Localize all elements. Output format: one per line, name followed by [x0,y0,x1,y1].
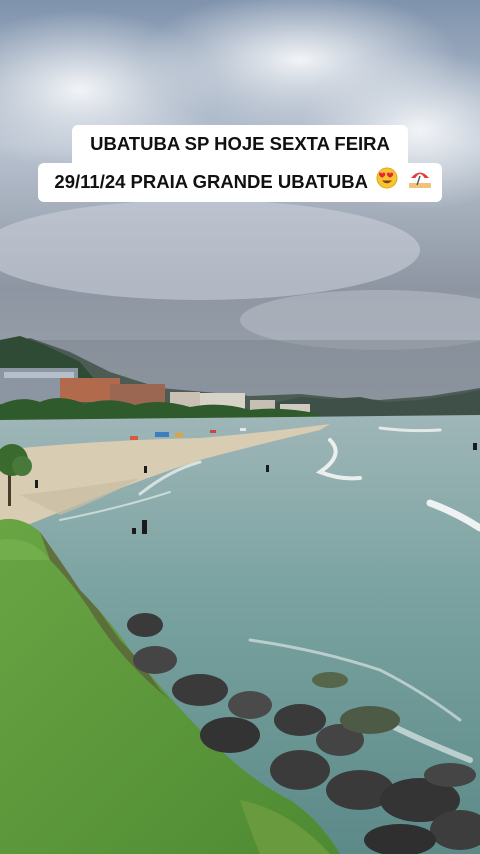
heart-eyes-face-icon [376,164,398,202]
caption-line-1: UBATUBA SP HOJE SEXTA FEIRA [72,125,408,163]
caption: UBATUBA SP HOJE SEXTA FEIRA 29/11/24 PRA… [0,125,480,203]
caption-line-2: 29/11/24 PRAIA GRANDE UBATUBA [38,163,442,203]
beach-umbrella-icon [408,164,432,202]
cloud [0,200,420,300]
